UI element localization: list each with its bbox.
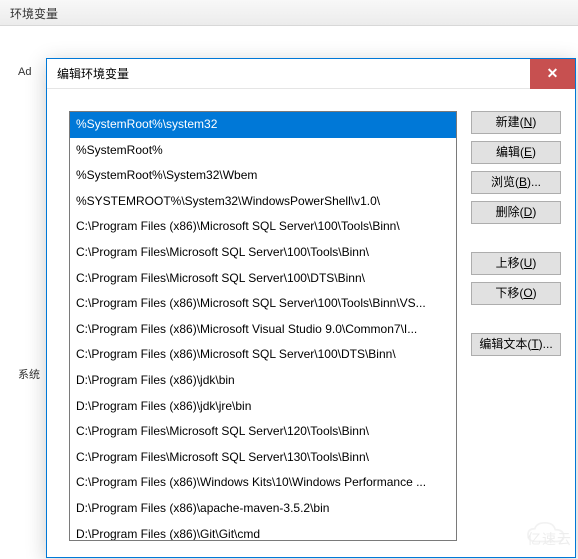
list-item[interactable]: C:\Program Files\Microsoft SQL Server\12… [70,419,456,445]
move-down-button[interactable]: 下移(O) [471,282,561,305]
browse-button[interactable]: 浏览(B)... [471,171,561,194]
list-item[interactable]: C:\Program Files\Microsoft SQL Server\13… [70,445,456,471]
list-item[interactable]: %SystemRoot% [70,138,456,164]
list-item[interactable]: D:\Program Files (x86)\jdk\jre\bin [70,394,456,420]
close-button[interactable]: ✕ [530,59,575,89]
list-item[interactable]: D:\Program Files (x86)\jdk\bin [70,368,456,394]
list-item[interactable]: %SystemRoot%\System32\Wbem [70,163,456,189]
close-icon: ✕ [547,65,559,82]
list-item[interactable]: C:\Program Files\Microsoft SQL Server\10… [70,266,456,292]
list-item[interactable]: C:\Program Files (x86)\Microsoft SQL Ser… [70,342,456,368]
list-item[interactable]: %SYSTEMROOT%\System32\WindowsPowerShell\… [70,189,456,215]
dialog-title: 编辑环境变量 [57,65,530,82]
edit-text-button[interactable]: 编辑文本(T)... [471,333,561,356]
button-column: 新建(N) 编辑(E) 浏览(B)... 删除(D) 上移(U) 下移(O) 编… [471,111,561,543]
list-item[interactable]: C:\Program Files (x86)\Windows Kits\10\W… [70,470,456,496]
parent-label-2: 系统 [18,366,40,382]
list-item[interactable]: C:\Program Files\Microsoft SQL Server\10… [70,240,456,266]
list-item[interactable]: D:\Program Files (x86)\apache-maven-3.5.… [70,496,456,522]
dialog-body: %SystemRoot%\system32%SystemRoot%%System… [47,89,575,557]
delete-button[interactable]: 删除(D) [471,201,561,224]
edit-env-dialog: 编辑环境变量 ✕ %SystemRoot%\system32%SystemRoo… [46,58,576,558]
edit-button[interactable]: 编辑(E) [471,141,561,164]
parent-label-1: Ad [18,66,31,78]
path-listbox[interactable]: %SystemRoot%\system32%SystemRoot%%System… [69,111,457,541]
list-item[interactable]: %SystemRoot%\system32 [70,112,456,138]
list-item[interactable]: C:\Program Files (x86)\Microsoft SQL Ser… [70,291,456,317]
parent-window-titlebar: 环境变量 [0,0,578,26]
list-item[interactable]: D:\Program Files (x86)\Git\Git\cmd [70,522,456,542]
new-button[interactable]: 新建(N) [471,111,561,134]
dialog-titlebar: 编辑环境变量 ✕ [47,59,575,89]
parent-window-title: 环境变量 [10,7,58,21]
list-item[interactable]: C:\Program Files (x86)\Microsoft SQL Ser… [70,214,456,240]
move-up-button[interactable]: 上移(U) [471,252,561,275]
list-item[interactable]: C:\Program Files (x86)\Microsoft Visual … [70,317,456,343]
